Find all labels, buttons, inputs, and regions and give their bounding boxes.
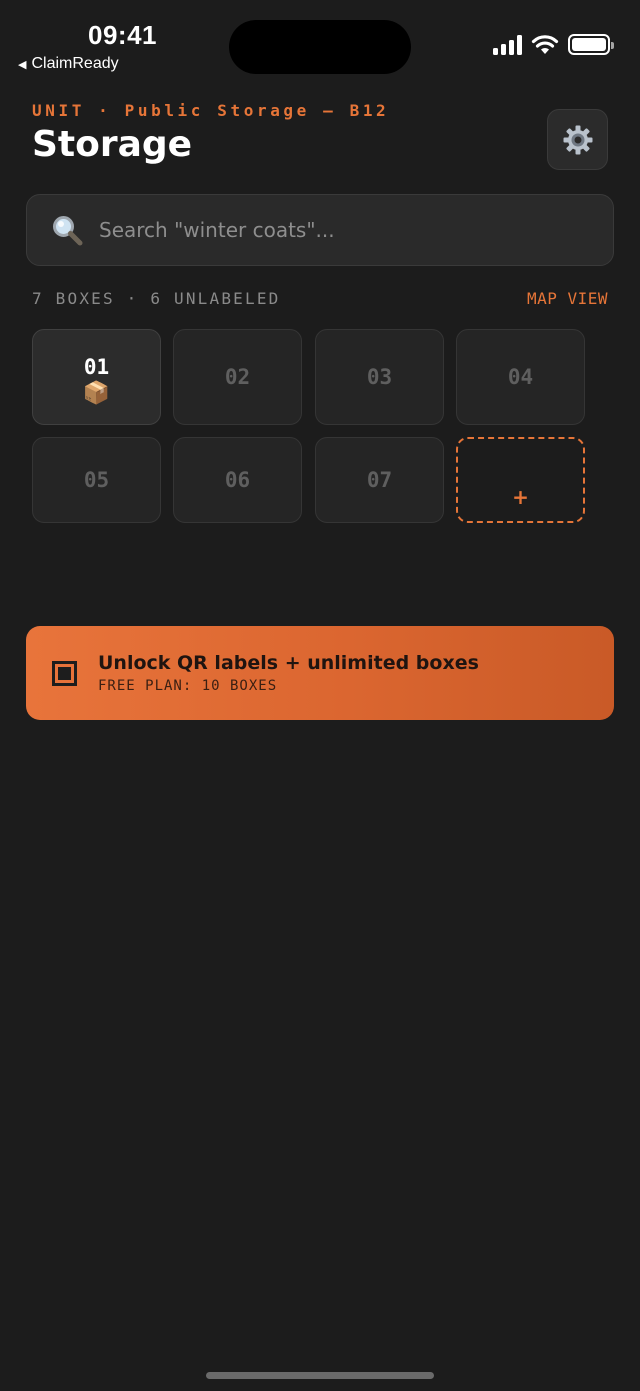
add-box-button[interactable]: + — [456, 437, 585, 523]
box-number: 02 — [224, 365, 251, 389]
cellular-signal-icon — [493, 34, 522, 55]
box-number: 04 — [507, 365, 534, 389]
status-icons — [493, 34, 614, 55]
upgrade-banner[interactable]: Unlock QR labels + unlimited boxes FREE … — [26, 626, 614, 720]
back-triangle-icon: ◀ — [18, 58, 27, 71]
home-indicator[interactable] — [206, 1372, 434, 1379]
box-number: 06 — [224, 468, 251, 492]
unit-location: UNIT · Public Storage — B12 — [32, 101, 390, 120]
package-icon: 📦 — [82, 381, 111, 406]
upgrade-title: Unlock QR labels + unlimited boxes — [98, 652, 479, 674]
status-time: 09:41 — [88, 20, 157, 50]
upgrade-subtitle: FREE PLAN: 10 BOXES — [98, 678, 278, 694]
box-tile-05[interactable]: 05 — [32, 437, 161, 523]
box-tile-03[interactable]: 03 — [315, 329, 444, 425]
box-count-summary: 7 BOXES · 6 UNLABELED — [32, 289, 281, 308]
page-title: Storage — [32, 124, 193, 165]
back-to-app-link[interactable]: ◀ ClaimReady — [18, 55, 119, 73]
battery-icon — [568, 34, 614, 55]
box-tile-07[interactable]: 07 — [315, 437, 444, 523]
dynamic-island — [229, 20, 411, 74]
qr-icon — [52, 660, 77, 686]
plus-icon: + — [512, 485, 529, 509]
settings-button[interactable] — [547, 109, 608, 170]
box-tile-01[interactable]: 01 📦 — [32, 329, 161, 425]
search-icon — [53, 216, 83, 246]
back-app-label: ClaimReady — [31, 55, 119, 72]
box-number: 01 — [83, 355, 110, 379]
storage-screen: 09:41 ◀ ClaimReady UNIT · Public Storage… — [0, 0, 640, 1391]
gear-icon — [563, 125, 592, 154]
box-tile-02[interactable]: 02 — [173, 329, 302, 425]
wifi-icon — [531, 35, 559, 54]
search-bar[interactable] — [26, 194, 614, 266]
search-input[interactable] — [99, 218, 569, 242]
box-tile-04[interactable]: 04 — [456, 329, 585, 425]
box-tile-06[interactable]: 06 — [173, 437, 302, 523]
box-number: 05 — [83, 468, 110, 492]
map-view-link[interactable]: MAP VIEW — [527, 289, 608, 308]
box-number: 07 — [366, 468, 393, 492]
box-number: 03 — [366, 365, 393, 389]
